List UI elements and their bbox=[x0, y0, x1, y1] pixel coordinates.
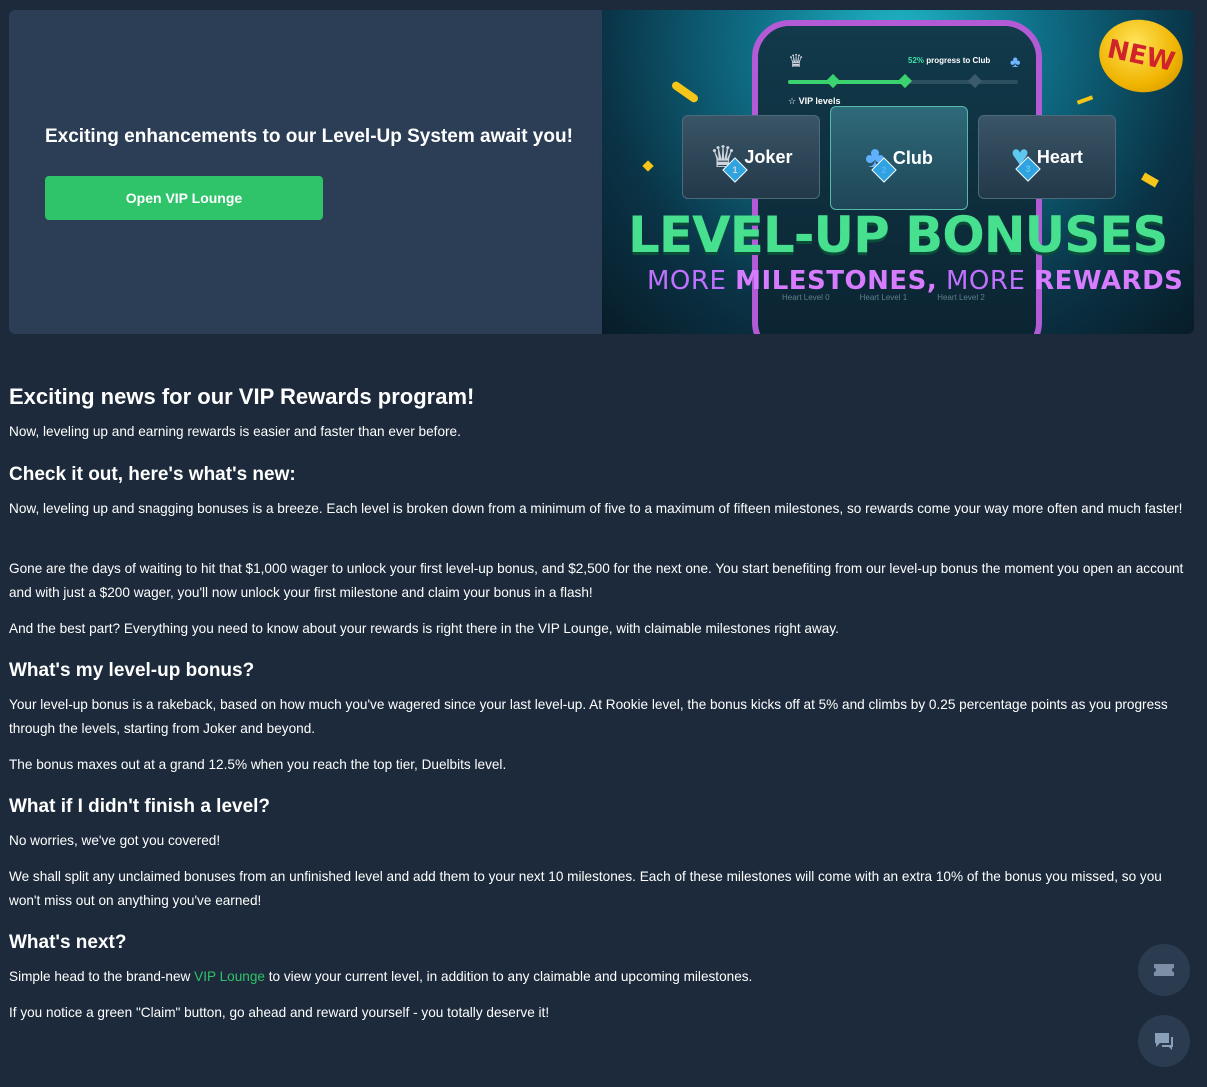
promo-banner: Exciting enhancements to our Level-Up Sy… bbox=[9, 10, 1194, 334]
ticket-button[interactable] bbox=[1138, 944, 1190, 996]
vip-lounge-link[interactable]: VIP Lounge bbox=[194, 969, 265, 984]
section-heading: What's next? bbox=[9, 932, 127, 953]
vip-levels-label: ☆ VIP levels bbox=[788, 96, 841, 106]
heart-icon: ♥ 3 bbox=[1011, 140, 1041, 182]
article-paragraph: And the best part? Everything you need t… bbox=[9, 621, 839, 636]
article-paragraph: If you notice a green "Claim" button, go… bbox=[9, 1005, 550, 1020]
banner-text-panel: Exciting enhancements to our Level-Up Sy… bbox=[9, 10, 602, 334]
confetti-shape bbox=[642, 160, 654, 172]
banner-title: Exciting enhancements to our Level-Up Sy… bbox=[45, 126, 573, 147]
article-paragraph: Simple head to the brand-new VIP Lounge … bbox=[9, 969, 753, 984]
article-paragraph: Gone are the days of waiting to hit that… bbox=[9, 561, 1184, 600]
article-paragraph: We shall split any unclaimed bonuses fro… bbox=[9, 869, 1162, 908]
section-heading: Check it out, here's what's new: bbox=[9, 464, 296, 485]
banner-image: ♛ 52% progress to Club ♣ ☆ VIP levels ♛ 1… bbox=[602, 10, 1194, 334]
section-heading: What's my level-up bonus? bbox=[9, 660, 255, 681]
chat-button[interactable] bbox=[1138, 1015, 1190, 1067]
open-vip-lounge-button[interactable]: Open VIP Lounge bbox=[45, 176, 323, 220]
progress-fill bbox=[788, 80, 908, 84]
ticket-icon bbox=[1154, 964, 1174, 976]
article-paragraph: Now, leveling up and earning rewards is … bbox=[9, 424, 461, 439]
article-paragraph: Now, leveling up and snagging bonuses is… bbox=[9, 501, 1183, 516]
article-paragraph: The bonus maxes out at a grand 12.5% whe… bbox=[9, 757, 507, 772]
level-card-heart: ♥ 3 Heart bbox=[978, 115, 1116, 199]
milestone-marker bbox=[825, 73, 841, 89]
article-title: Exciting news for our VIP Rewards progra… bbox=[9, 384, 475, 409]
club-icon: ♣ 2 bbox=[865, 141, 897, 183]
confetti-shape bbox=[670, 80, 700, 104]
progress-label: 52% progress to Club bbox=[908, 56, 991, 65]
chat-icon bbox=[1155, 1033, 1173, 1050]
level-card-club: ♣ 2 Club bbox=[830, 106, 968, 210]
club-icon: ♣ bbox=[1010, 54, 1021, 71]
section-heading: What if I didn't finish a level? bbox=[9, 796, 271, 817]
confetti-shape bbox=[1076, 95, 1094, 105]
banner-subline: MORE MILESTONES, MORE REWARDS bbox=[647, 266, 1184, 296]
article-paragraph: No worries, we've got you covered! bbox=[9, 833, 221, 848]
milestone-marker bbox=[967, 73, 983, 89]
milestone-marker bbox=[897, 73, 913, 89]
progress-bar bbox=[788, 73, 1018, 89]
new-badge: NEW bbox=[1092, 12, 1190, 100]
level-card-joker: ♛ 1 Joker bbox=[682, 115, 820, 199]
banner-headline: LEVEL-UP BONUSES bbox=[628, 206, 1168, 264]
page: Exciting enhancements to our Level-Up Sy… bbox=[0, 0, 1207, 1087]
crown-icon: ♛ 1 bbox=[710, 140, 749, 183]
confetti-shape bbox=[1141, 172, 1159, 188]
article-paragraph: Your level-up bonus is a rakeback, based… bbox=[9, 697, 1168, 736]
crown-icon: ♛ bbox=[788, 51, 805, 71]
heart-level-labels: Heart Level 0 Heart Level 1 Heart Level … bbox=[782, 293, 985, 302]
